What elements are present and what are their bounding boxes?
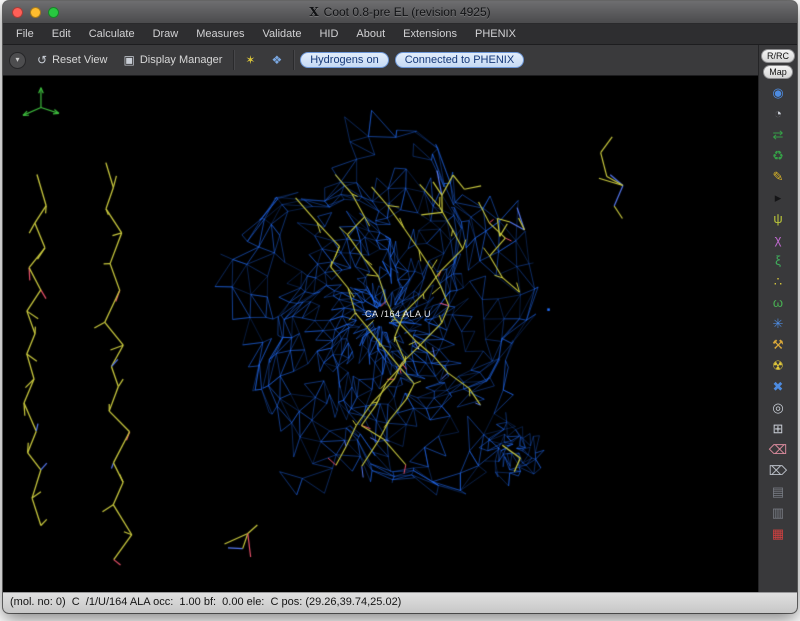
menu-file[interactable]: File	[7, 24, 43, 44]
right-toolbar: R/RC Map ◉◔⇄♻✎▸ψχξ∴ω✳⚒☢✖◎⊞⌫⌦▤▥▦	[758, 45, 797, 592]
go-to-ligand-icon: ❖	[271, 53, 282, 67]
backbone-icon[interactable]: ξ	[765, 250, 791, 271]
chi-angle-icon[interactable]: χ	[765, 229, 791, 250]
menu-validate[interactable]: Validate	[254, 24, 311, 44]
rgb-grid-icon[interactable]: ▦	[765, 523, 791, 544]
reset-view-button[interactable]: ↺ Reset View	[32, 51, 113, 69]
viewport-container: CA /164 ALA U	[3, 76, 758, 592]
toolbar-separator-2	[293, 50, 294, 70]
main-column: ▾ ↺ Reset View ▣ Display Manager ✶ ❖ Hyd…	[3, 45, 758, 592]
panel-icon[interactable]: ▤	[765, 481, 791, 502]
window-title-text: Coot 0.8-pre EL (revision 4925)	[324, 5, 491, 19]
plus-box-icon[interactable]: ⊞	[765, 418, 791, 439]
menu-phenix[interactable]: PHENIX	[466, 24, 525, 44]
menu-edit[interactable]: Edit	[43, 24, 80, 44]
body-row: ▾ ↺ Reset View ▣ Display Manager ✶ ❖ Hyd…	[3, 45, 797, 592]
app-window: X Coot 0.8-pre EL (revision 4925) FileEdi…	[3, 1, 797, 613]
sigma-icon[interactable]: ψ	[765, 208, 791, 229]
atoms-icon[interactable]: ∴	[765, 271, 791, 292]
right-icon-column: ◉◔⇄♻✎▸ψχξ∴ω✳⚒☢✖◎⊞⌫⌦▤▥▦	[765, 82, 791, 544]
status-bar: (mol. no: 0) C /1/U/164 ALA occ: 1.00 bf…	[3, 592, 797, 613]
transfer-arrows-icon[interactable]: ⇄	[765, 124, 791, 145]
refine-cycle-icon[interactable]: ♻	[765, 145, 791, 166]
toolbar-separator	[233, 50, 234, 70]
omega-icon[interactable]: ω	[765, 292, 791, 313]
x11-icon: X	[309, 5, 318, 19]
clock-icon[interactable]: ◔	[765, 103, 791, 124]
reset-view-icon: ↺	[37, 53, 47, 67]
cross-atoms-icon[interactable]: ✖	[765, 376, 791, 397]
window-title: X Coot 0.8-pre EL (revision 4925)	[3, 5, 797, 19]
panel-alt-icon[interactable]: ▥	[765, 502, 791, 523]
eraser-icon[interactable]: ⌫	[765, 439, 791, 460]
menu-measures[interactable]: Measures	[187, 24, 253, 44]
menu-calculate[interactable]: Calculate	[80, 24, 144, 44]
menu-bar: FileEditCalculateDrawMeasuresValidateHID…	[3, 24, 797, 45]
title-bar[interactable]: X Coot 0.8-pre EL (revision 4925)	[3, 1, 797, 24]
water-icon[interactable]: ✳	[765, 313, 791, 334]
toolbar-overflow-button[interactable]: ▾	[9, 52, 26, 69]
menu-about[interactable]: About	[347, 24, 394, 44]
trash-icon[interactable]: ⌦	[765, 460, 791, 481]
reset-view-label: Reset View	[52, 54, 107, 66]
model-sphere-icon[interactable]: ◉	[765, 82, 791, 103]
go-to-atom-button[interactable]: ✶	[240, 51, 260, 69]
target-icon[interactable]: ◎	[765, 397, 791, 418]
display-manager-button[interactable]: ▣ Display Manager	[119, 51, 228, 69]
pencil-icon[interactable]: ✎	[765, 166, 791, 187]
molecular-viewport[interactable]	[3, 76, 758, 592]
display-manager-label: Display Manager	[140, 54, 223, 66]
phenix-status-button[interactable]: Connected to PHENIX	[395, 52, 524, 68]
menu-extensions[interactable]: Extensions	[394, 24, 466, 44]
hydrogens-toggle-button[interactable]: Hydrogens on	[300, 52, 389, 68]
radiation-icon[interactable]: ☢	[765, 355, 791, 376]
menu-draw[interactable]: Draw	[144, 24, 188, 44]
menu-hid[interactable]: HID	[310, 24, 347, 44]
map-button[interactable]: Map	[763, 65, 793, 79]
go-to-atom-icon: ✶	[245, 53, 255, 67]
rrc-button[interactable]: R/RC	[761, 49, 795, 63]
toolbar: ▾ ↺ Reset View ▣ Display Manager ✶ ❖ Hyd…	[3, 45, 758, 76]
display-manager-icon: ▣	[124, 53, 135, 67]
expand-triangle-icon[interactable]: ▸	[765, 187, 791, 208]
hammer-icon[interactable]: ⚒	[765, 334, 791, 355]
go-to-ligand-button[interactable]: ❖	[266, 51, 287, 69]
